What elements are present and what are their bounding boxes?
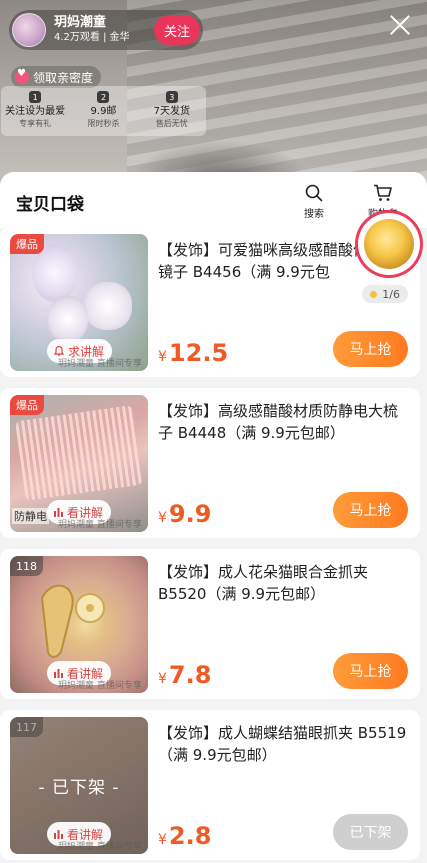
gold-ingot-reward-icon[interactable] <box>358 213 420 275</box>
thumb-caption: 防静电 <box>12 508 49 524</box>
price-value: 2.8 <box>168 822 212 850</box>
product-card[interactable]: 117 - 已下架 - 看讲解 玥妈潮童 直播间专享 【发饰】成人蝴蝶结猫眼抓夹… <box>0 710 420 860</box>
streamer-info-pill[interactable]: 玥妈潮童 4.2万观看 | 金华 关注 <box>9 10 203 50</box>
fan-step: 3 7天发货 售后无忧 <box>138 86 206 136</box>
step-subtitle: 售后无忧 <box>155 119 188 128</box>
product-image[interactable]: 爆品 求讲解 玥妈潮童 直播间专享 <box>10 234 148 371</box>
step-subtitle: 专享有礼 <box>19 119 52 128</box>
search-icon <box>305 184 323 202</box>
product-image[interactable]: 爆品 防静电 看讲解 玥妈潮童 直播间专享 <box>10 395 148 532</box>
bar-chart-icon <box>53 668 64 679</box>
buy-now-button[interactable]: 马上抢 <box>333 331 408 367</box>
product-card[interactable]: 爆品 求讲解 玥妈潮童 直播间专享 【发饰】可爱猫咪高级感醋酸便捷式镜子 B44… <box>0 227 420 377</box>
fan-step: 1 关注设为最爱 专享有礼 <box>1 86 69 136</box>
close-icon[interactable] <box>387 12 413 38</box>
price-value: 9.9 <box>168 500 212 528</box>
product-image[interactable]: 117 - 已下架 - 看讲解 玥妈潮童 直播间专享 <box>10 717 148 854</box>
product-price: ¥ 12.5 <box>158 339 228 367</box>
watermark: 玥妈潮童 直播间专享 <box>58 842 142 852</box>
hot-badge: 爆品 <box>10 234 44 254</box>
buy-now-button[interactable]: 马上抢 <box>333 492 408 528</box>
follow-button[interactable]: 关注 <box>154 15 200 45</box>
watermark: 玥妈潮童 直播间专享 <box>58 520 142 530</box>
currency-symbol: ¥ <box>158 671 167 687</box>
sequence-badge: 118 <box>10 556 43 576</box>
mirror-shape <box>48 296 88 342</box>
streamer-avatar[interactable] <box>12 13 46 47</box>
step-number: 3 <box>165 91 178 103</box>
pager-text: 1/6 <box>382 287 400 301</box>
step-subtitle: 限时秒杀 <box>87 119 120 128</box>
bar-chart-icon <box>53 829 64 840</box>
step-number: 2 <box>97 91 110 103</box>
currency-symbol: ¥ <box>158 349 167 365</box>
mirror-shape <box>84 282 132 330</box>
streamer-name: 玥妈潮童 <box>54 15 107 30</box>
cart-icon <box>374 184 392 201</box>
intimacy-label: 领取亲密度 <box>33 70 94 85</box>
image-pager: 1/6 <box>362 285 408 303</box>
bar-chart-icon <box>53 507 64 518</box>
gold-ingot-icon <box>364 219 414 269</box>
hot-badge: 爆品 <box>10 395 44 415</box>
currency-symbol: ¥ <box>158 510 167 526</box>
product-card[interactable]: 118 看讲解 玥妈潮童 直播间专享 【发饰】成人花朵猫眼合金抓夹 B5520（… <box>0 549 420 699</box>
watermark: 玥妈潮童 直播间专享 <box>58 359 142 369</box>
product-price: ¥ 2.8 <box>158 822 211 850</box>
price-value: 12.5 <box>168 339 229 367</box>
price-value: 7.8 <box>168 661 212 689</box>
heart-icon <box>15 68 29 84</box>
streamer-text: 玥妈潮童 4.2万观看 | 金华 <box>54 15 130 45</box>
fan-step: 2 9.9邮 限时秒杀 <box>69 86 137 136</box>
watermark: 玥妈潮童 直播间专享 <box>58 681 142 691</box>
product-image[interactable]: 118 看讲解 玥妈潮童 直播间专享 <box>10 556 148 693</box>
search-label: 搜索 <box>304 209 324 220</box>
product-price: ¥ 7.8 <box>158 661 211 689</box>
sheet-title: 宝贝口袋 <box>16 195 84 215</box>
product-title[interactable]: 【发饰】高级感醋酸材质防静电大梳子 B4448（满 9.9元包邮） <box>158 400 408 444</box>
sheet-header: 宝贝口袋 搜索 购物车 <box>0 172 427 228</box>
step-title: 关注设为最爱 <box>5 106 66 117</box>
step-title: 7天发货 <box>153 106 190 117</box>
pager-icon <box>370 290 378 298</box>
product-title[interactable]: 【发饰】成人蝴蝶结猫眼抓夹 B5519（满 9.9元包邮） <box>158 722 408 766</box>
comb-shape <box>15 405 143 501</box>
step-title: 9.9邮 <box>90 106 117 117</box>
currency-symbol: ¥ <box>158 832 167 848</box>
step-number: 1 <box>29 91 42 103</box>
product-card[interactable]: 爆品 防静电 看讲解 玥妈潮童 直播间专享 【发饰】高级感醋酸材质防静电大梳子 … <box>0 388 420 538</box>
hair-clip-shape <box>40 584 105 658</box>
product-title[interactable]: 【发饰】成人花朵猫眼合金抓夹 B5520（满 9.9元包邮） <box>158 561 408 605</box>
viewer-stats: 4.2万观看 | 金华 <box>54 32 130 43</box>
fan-benefits-card: 1 关注设为最爱 专享有礼 2 9.9邮 限时秒杀 3 7天发货 售后无忧 <box>1 86 206 136</box>
search-button[interactable]: 搜索 <box>304 184 324 220</box>
product-bag-sheet: 宝贝口袋 搜索 购物车 爆品 <box>0 172 427 863</box>
product-price: ¥ 9.9 <box>158 500 211 528</box>
off-shelf-button: 已下架 <box>333 814 408 850</box>
buy-now-button[interactable]: 马上抢 <box>333 653 408 689</box>
intimacy-button[interactable]: 领取亲密度 <box>11 66 102 88</box>
